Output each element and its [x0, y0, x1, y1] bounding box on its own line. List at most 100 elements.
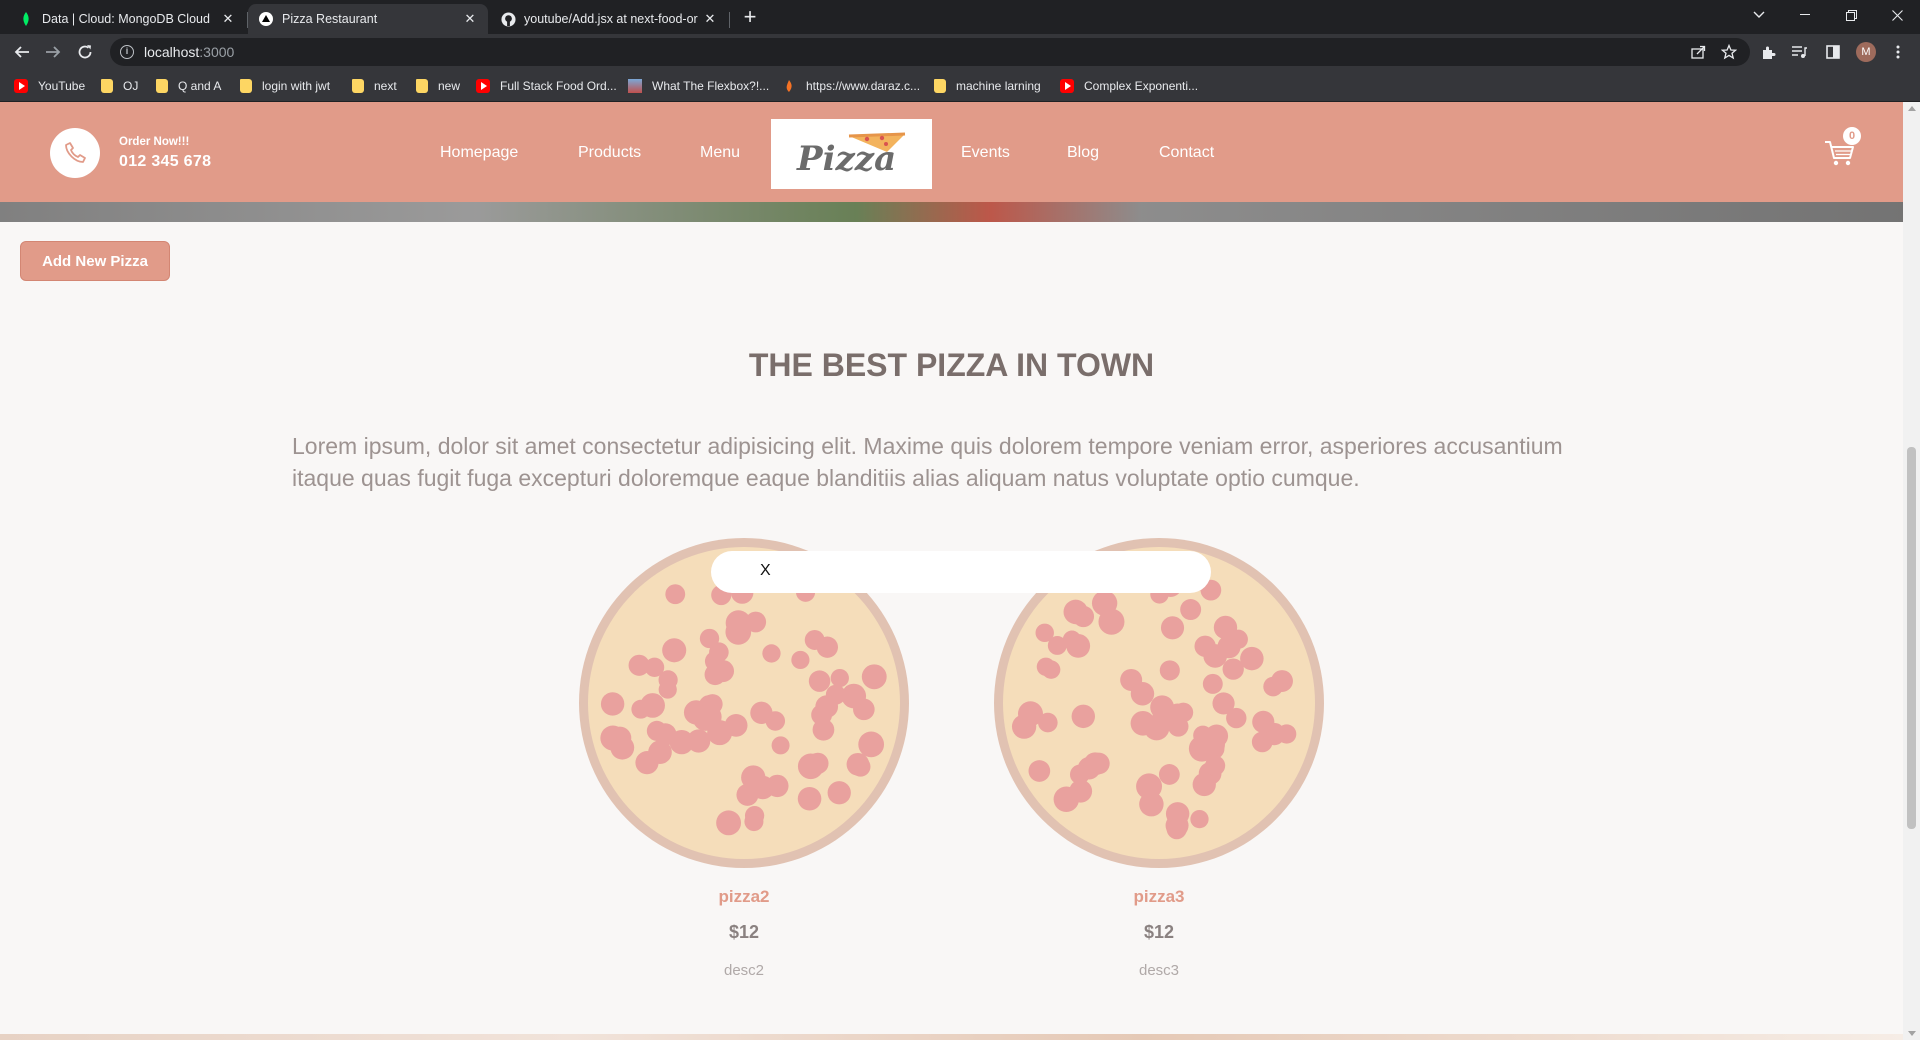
folder-icon — [240, 79, 252, 93]
bookmark-label: https://www.daraz.c... — [806, 79, 921, 93]
tab-pizza-restaurant[interactable]: Pizza Restaurant ✕ — [248, 4, 488, 34]
minimize-icon[interactable] — [1782, 0, 1828, 30]
bookmarks-bar: YouTube OJ Q and A login with jwt next n… — [0, 70, 1920, 102]
scrollbar-thumb[interactable] — [1907, 447, 1916, 829]
nav-link-homepage[interactable]: Homepage — [440, 144, 518, 162]
tab-title: Pizza Restaurant — [282, 12, 378, 26]
youtube-icon — [14, 79, 28, 93]
bookmark-label: OJ — [123, 79, 139, 93]
nav-link-blog[interactable]: Blog — [1067, 144, 1099, 162]
bookmark-star-icon[interactable] — [1719, 42, 1739, 62]
bookmark-daraz[interactable]: https://www.daraz.c... — [782, 78, 920, 94]
tab-search-icon[interactable] — [1736, 0, 1782, 30]
bookmark-complex-exponenti[interactable]: Complex Exponenti... — [1060, 78, 1198, 94]
close-icon[interactable]: ✕ — [220, 11, 236, 27]
bookmark-next[interactable]: next — [352, 78, 397, 94]
bookmark-label: login with jwt — [262, 79, 331, 93]
restore-icon[interactable] — [1828, 0, 1874, 30]
new-tab-button[interactable]: + — [738, 6, 762, 30]
browser-toolbar: i localhost:3000 M — [0, 34, 1920, 70]
site-navbar: Order Now!!! 012 345 678 Homepage Produc… — [0, 102, 1903, 202]
add-pizza-modal: X — [711, 551, 1211, 593]
scroll-down-arrow-icon[interactable] — [1908, 1031, 1916, 1036]
triangle-icon — [258, 11, 274, 27]
close-window-icon[interactable] — [1874, 0, 1920, 30]
media-control-icon[interactable] — [1789, 42, 1809, 62]
bookmark-label: Full Stack Food Ord... — [500, 79, 617, 93]
bookmark-label: machine larning — [956, 79, 1041, 93]
svg-text:Pizza: Pizza — [796, 139, 896, 179]
nav-link-contact[interactable]: Contact — [1159, 144, 1214, 162]
bookmark-machine-larning[interactable]: machine larning — [934, 78, 1041, 94]
forward-icon[interactable] — [41, 40, 65, 64]
pizza-price: $12 — [1143, 922, 1175, 942]
url-port: :3000 — [199, 44, 235, 60]
site-info-icon[interactable]: i — [120, 45, 134, 59]
bookmark-label: next — [374, 79, 397, 93]
browser-tab-strip: Data | Cloud: MongoDB Cloud ✕ Pizza Rest… — [0, 0, 1920, 34]
extensions-icon[interactable] — [1758, 42, 1778, 62]
nav-link-events[interactable]: Events — [961, 144, 1010, 162]
footer-image-edge — [0, 1034, 1903, 1040]
reload-icon[interactable] — [73, 40, 97, 64]
page-viewport: Order Now!!! 012 345 678 Homepage Produc… — [0, 102, 1920, 1040]
share-icon[interactable] — [1688, 42, 1708, 62]
modal-close-button[interactable]: X — [760, 562, 771, 580]
bookmark-q-and-a[interactable]: Q and A — [156, 78, 221, 94]
bookmark-oj[interactable]: OJ — [101, 78, 138, 94]
pizza-name: pizza3 — [1133, 887, 1185, 906]
bookmark-label: Q and A — [178, 79, 222, 93]
bookmark-label: Complex Exponenti... — [1084, 79, 1199, 93]
menu-kebab-icon[interactable] — [1888, 42, 1908, 62]
mongodb-leaf-icon — [18, 11, 34, 27]
pizza-name: pizza2 — [718, 887, 770, 906]
tab-github[interactable]: youtube/Add.jsx at next-food-or ✕ — [490, 4, 728, 34]
folder-icon — [101, 79, 113, 93]
hero-image-strip — [0, 200, 1903, 222]
pizza-description: desc2 — [723, 962, 765, 979]
cart-count-badge: 0 — [1843, 127, 1861, 145]
bookmark-flexbox[interactable]: What The Flexbox?!... — [628, 78, 769, 94]
bookmark-label: YouTube — [38, 79, 86, 93]
site-icon — [628, 79, 642, 93]
back-icon[interactable] — [10, 40, 34, 64]
bookmark-label: new — [438, 79, 461, 93]
address-bar[interactable]: i localhost:3000 — [110, 38, 1750, 66]
bookmark-login-with-jwt[interactable]: login with jwt — [240, 78, 330, 94]
tab-mongodb[interactable]: Data | Cloud: MongoDB Cloud ✕ — [8, 4, 246, 34]
profile-avatar[interactable]: M — [1856, 42, 1876, 62]
pizza-description: desc3 — [1138, 962, 1180, 979]
youtube-icon — [476, 79, 490, 93]
phone-number: 012 345 678 — [119, 153, 212, 170]
pizza-logo[interactable]: Pizza — [771, 119, 932, 189]
daraz-icon — [782, 79, 796, 93]
bookmark-label: What The Flexbox?!... — [652, 79, 770, 93]
order-now-label: Order Now!!! — [119, 136, 190, 148]
folder-icon — [352, 79, 364, 93]
folder-icon — [934, 79, 946, 93]
scroll-up-arrow-icon[interactable] — [1908, 106, 1916, 111]
section-description: Lorem ipsum, dolor sit amet consectetur … — [292, 433, 1563, 491]
tab-title: Data | Cloud: MongoDB Cloud — [42, 12, 210, 26]
pizza-logo-icon: Pizza — [796, 132, 905, 179]
bookmark-youtube[interactable]: YouTube — [14, 78, 85, 94]
section-title: THE BEST PIZZA IN TOWN — [748, 347, 1155, 383]
pizza-price: $12 — [728, 922, 760, 942]
add-new-pizza-button[interactable]: Add New Pizza — [20, 241, 170, 281]
tab-title: youtube/Add.jsx at next-food-or — [524, 12, 698, 26]
close-icon[interactable]: ✕ — [702, 11, 718, 27]
url-host: localhost — [144, 44, 200, 60]
nav-link-products[interactable]: Products — [578, 144, 641, 162]
phone-icon[interactable] — [50, 128, 100, 178]
bookmark-new[interactable]: new — [416, 78, 460, 94]
folder-icon — [156, 79, 168, 93]
close-icon[interactable]: ✕ — [462, 11, 478, 27]
tab-divider — [729, 12, 730, 28]
bookmark-full-stack-food[interactable]: Full Stack Food Ord... — [476, 78, 617, 94]
page-scrollbar[interactable] — [1903, 102, 1920, 1040]
nav-link-menu[interactable]: Menu — [700, 144, 740, 162]
side-panel-icon[interactable] — [1823, 42, 1843, 62]
folder-icon — [416, 79, 428, 93]
youtube-icon — [1060, 79, 1074, 93]
github-icon — [500, 11, 516, 27]
